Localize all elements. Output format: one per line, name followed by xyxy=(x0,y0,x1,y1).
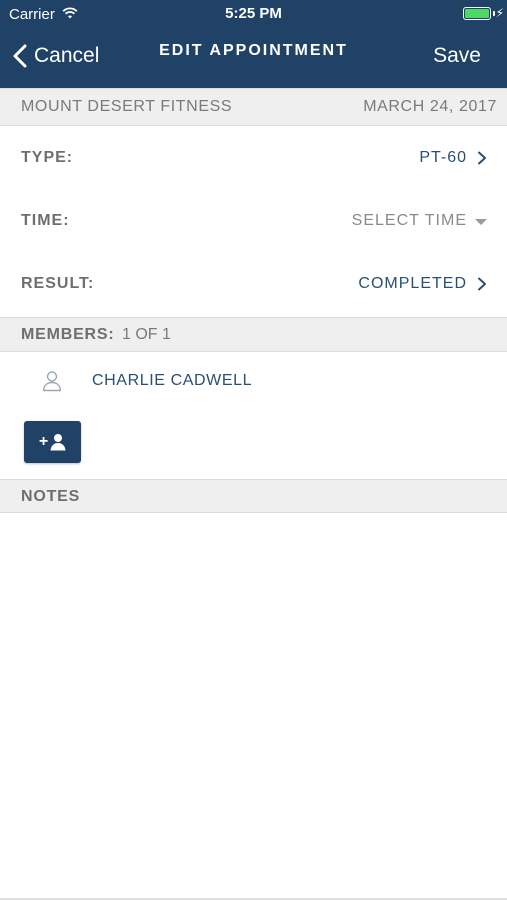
battery-icon xyxy=(463,7,491,20)
result-label: RESULT: xyxy=(21,275,95,292)
add-member-button[interactable]: + xyxy=(24,421,81,463)
members-label: MEMBERS: xyxy=(21,326,115,343)
chevron-right-icon xyxy=(478,277,486,291)
time-row[interactable]: TIME: SELECT TIME xyxy=(0,190,507,252)
members-count: 1 OF 1 xyxy=(122,326,171,343)
location-header: MOUNT DESERT FITNESS MARCH 24, 2017 xyxy=(0,88,507,126)
save-button[interactable]: Save xyxy=(433,44,481,68)
chevron-right-icon xyxy=(478,151,486,165)
result-value[interactable]: COMPLETED xyxy=(358,275,487,293)
type-value-text: PT-60 xyxy=(419,149,467,166)
person-outline-icon xyxy=(42,371,62,392)
members-header: MEMBERS: 1 OF 1 xyxy=(0,317,507,352)
status-time: 5:25 PM xyxy=(225,5,282,22)
charging-bolt-icon: ⚡ xyxy=(495,6,504,20)
time-select-text: SELECT TIME xyxy=(351,212,467,229)
type-row[interactable]: TYPE: PT-60 xyxy=(0,127,507,189)
plus-icon: + xyxy=(38,433,49,450)
time-select[interactable]: SELECT TIME xyxy=(352,212,487,230)
location-name: MOUNT DESERT FITNESS xyxy=(21,98,233,115)
result-row[interactable]: RESULT: COMPLETED xyxy=(0,253,507,315)
member-name[interactable]: CHARLIE CADWELL xyxy=(92,372,252,390)
notes-header: NOTES xyxy=(0,479,507,513)
type-value[interactable]: PT-60 xyxy=(419,149,487,167)
page-title: EDIT APPOINTMENT xyxy=(159,42,348,59)
member-list-item[interactable]: CHARLIE CADWELL xyxy=(0,362,507,402)
time-label: TIME: xyxy=(21,212,70,229)
navigation-bar: Carrier 5:25 PM ⚡ Cancel EDIT APPOINTMEN… xyxy=(0,0,507,88)
status-bar: Carrier 5:25 PM ⚡ xyxy=(0,0,507,28)
notes-label: NOTES xyxy=(21,488,81,505)
result-value-text: COMPLETED xyxy=(358,275,467,292)
caret-down-icon xyxy=(475,218,487,225)
type-label: TYPE: xyxy=(21,149,74,166)
appointment-date: MARCH 24, 2017 xyxy=(363,98,497,115)
person-icon xyxy=(50,434,66,451)
